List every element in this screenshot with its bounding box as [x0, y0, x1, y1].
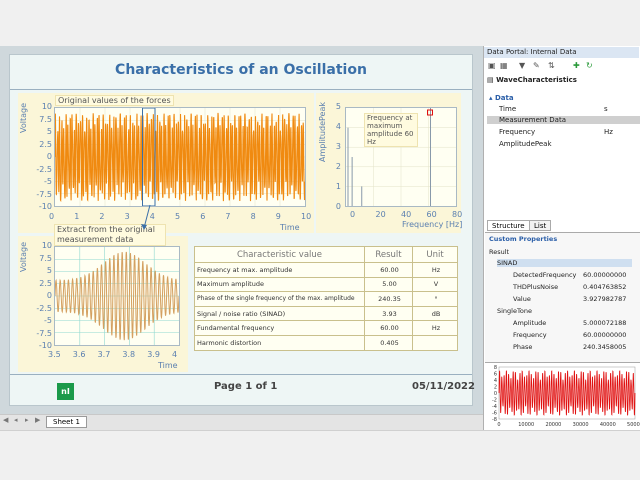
sort-icon[interactable]: ⇅	[548, 61, 555, 70]
last-sheet-icon[interactable]: ▶	[35, 416, 40, 424]
prop-name: Phase	[513, 343, 533, 351]
mini-xtick: 20000	[545, 422, 561, 428]
cell-unit	[412, 334, 458, 351]
tree-channel-amplitude[interactable]: AmplitudePeak	[499, 140, 552, 148]
next-sheet-icon[interactable]: ▸	[25, 416, 29, 424]
channel-label: Time	[499, 105, 517, 113]
tab-list[interactable]: List	[529, 220, 552, 231]
mini-preview-svg: 86420-2-4-6-801000020000300004000050000	[492, 365, 640, 428]
tree-channel-frequency[interactable]: Frequency	[499, 128, 535, 136]
tab-structure[interactable]: Structure	[487, 220, 530, 231]
cell-name: Frequency at max. amplitude	[194, 262, 365, 278]
col-header-characteristic: Characteristic value	[194, 246, 365, 263]
prop-value[interactable]: 3.927982787	[583, 295, 631, 303]
cell-result: 5.00	[364, 276, 413, 293]
cell-unit: Hz	[412, 262, 458, 278]
prop-value[interactable]: 60.00000000	[583, 331, 631, 339]
edit-icon[interactable]: ✎	[533, 61, 540, 70]
channel-unit: Hz	[604, 128, 613, 136]
refresh-icon[interactable]: ↻	[586, 61, 593, 70]
mini-xtick: 0	[497, 422, 500, 428]
table-row: Signal / noise ratio (SINAD) 3.93 dB	[194, 305, 458, 322]
table-row: Frequency at max. amplitude 60.00 Hz	[194, 262, 458, 278]
channel-unit: s	[604, 105, 608, 113]
bottom-strip	[0, 430, 640, 480]
first-sheet-icon[interactable]: ◀	[3, 416, 8, 424]
cell-name: Fundamental frequency	[194, 320, 365, 336]
prop-result[interactable]: Result	[489, 248, 509, 256]
mini-xtick: 40000	[600, 422, 616, 428]
mini-ytick: 6	[494, 372, 497, 378]
prop-value[interactable]: 0.404763852	[583, 283, 631, 291]
tree-root-label: WaveCharacteristics	[496, 76, 577, 84]
mini-xtick: 10000	[518, 422, 534, 428]
cell-result: 60.00	[364, 320, 413, 336]
cell-unit: dB	[412, 305, 458, 322]
cell-result: 60.00	[364, 262, 413, 278]
table-row: Phase of the single frequency of the max…	[194, 291, 458, 307]
channel-label: Frequency	[499, 128, 536, 136]
tree-channel-time[interactable]: Time	[499, 105, 516, 113]
footer-divider	[10, 374, 472, 375]
characteristics-table: Characteristic value Result Unit Frequen…	[194, 246, 458, 351]
mini-ytick: 8	[494, 365, 497, 371]
page-number: Page 1 of 1	[214, 381, 278, 392]
mini-ytick: 4	[494, 378, 497, 384]
cell-unit: °	[412, 291, 458, 307]
cell-result: 3.93	[364, 305, 413, 322]
cell-name: Phase of the single frequency of the max…	[194, 291, 365, 307]
tree-root[interactable]: ▤ WaveCharacteristics	[487, 76, 577, 84]
mini-ytick: 0	[494, 391, 497, 397]
cell-name: Maximum amplitude	[194, 276, 365, 293]
filter-icon[interactable]: ▼	[519, 61, 525, 70]
prop-value[interactable]: 60.00000000	[583, 271, 631, 279]
cell-result: 0.405	[364, 334, 413, 351]
prop-name: Value	[513, 295, 531, 303]
tree-channel-measurement[interactable]: Measurement Data	[487, 116, 640, 124]
report-date: 05/11/2022	[412, 381, 475, 392]
table-row: Harmonic distortion 0.405	[194, 334, 458, 351]
cell-result: 240.35	[364, 291, 413, 307]
mini-ytick: -2	[492, 398, 497, 404]
prev-sheet-icon[interactable]: ◂	[14, 416, 18, 424]
props-title: Custom Properties	[489, 235, 558, 243]
table-row: Maximum amplitude 5.00 V	[194, 276, 458, 293]
mini-ytick: -8	[492, 417, 497, 423]
new-icon[interactable]: ▣	[488, 61, 496, 70]
tree-group-label: Data	[494, 94, 514, 102]
mini-xtick: 50000	[627, 422, 640, 428]
add-icon[interactable]: ✚	[573, 61, 580, 70]
table-row: Fundamental frequency 60.00 Hz	[194, 320, 458, 336]
mini-ytick: 2	[494, 385, 497, 391]
ni-logo: nI	[57, 383, 74, 400]
sheet-tab[interactable]: Sheet 1	[46, 416, 87, 428]
prop-singletone[interactable]: SingleTone	[497, 307, 532, 315]
mini-xtick: 30000	[573, 422, 589, 428]
prop-sinad[interactable]: SINAD	[497, 259, 632, 267]
prop-name: THDPlusNoise	[513, 283, 559, 291]
channel-label: AmplitudePeak	[499, 140, 552, 148]
pointer-arrow	[141, 204, 151, 230]
grid-icon[interactable]: ▦	[500, 61, 508, 70]
cell-name: Signal / noise ratio (SINAD)	[194, 305, 365, 322]
portal-title: Data Portal: Internal Data	[484, 47, 639, 58]
prop-name: Amplitude	[513, 319, 547, 327]
col-header-result: Result	[364, 246, 413, 263]
cell-unit: Hz	[412, 320, 458, 336]
prop-value[interactable]: 240.3458005	[583, 343, 631, 351]
mini-preview-chart: 86420-2-4-6-801000020000300004000050000	[485, 362, 640, 430]
prop-value[interactable]: 5.000072188	[583, 319, 631, 327]
prop-name: DetectedFrequency	[513, 271, 577, 279]
channel-label: Measurement Data	[499, 116, 566, 124]
mini-ytick: -6	[492, 411, 497, 417]
cell-name: Harmonic distortion	[194, 334, 365, 351]
col-header-unit: Unit	[412, 246, 458, 263]
cell-unit: V	[412, 276, 458, 293]
tree-group[interactable]: ▴ Data	[489, 94, 514, 102]
prop-name: Frequency	[513, 331, 547, 339]
mini-ytick: -4	[492, 404, 497, 410]
